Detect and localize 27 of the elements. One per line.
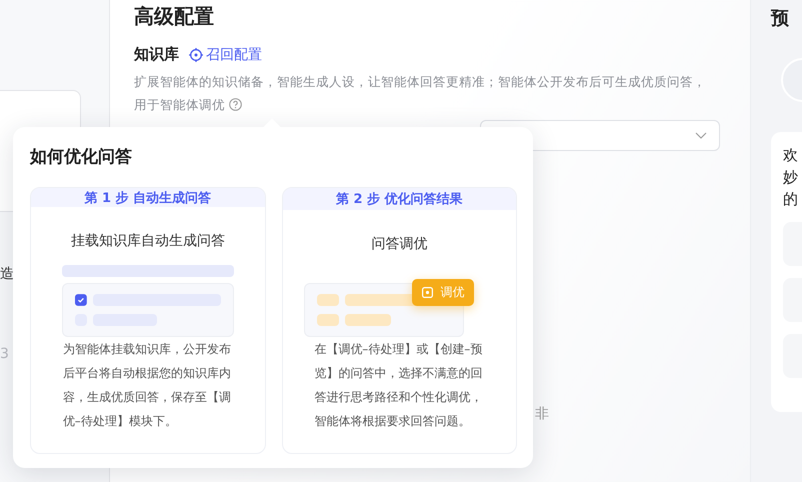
text-fragment: 3 — [0, 345, 9, 364]
text-fragment: 造 — [0, 265, 14, 284]
welcome-text: 欢 — [783, 145, 799, 166]
checkbox-icon — [74, 294, 87, 306]
chevron-down-icon — [695, 132, 707, 139]
step-header: 第 2 步 优化问答结果 — [282, 188, 516, 210]
page-title: 高级配置 — [134, 3, 215, 30]
placeholder-bar — [317, 314, 340, 326]
welcome-text: 的 — [783, 189, 799, 210]
plus-square-icon — [422, 287, 434, 298]
step-description: 为智能体挂载知识库，公开发布后平台将自动根据您的知识库内容，生成优质回答，保存至【调优–待处理】模块下。 — [62, 341, 232, 430]
step-title: 挂载知识库自动生成问答 — [70, 232, 225, 250]
step-description: 在【调优–待处理】或【创建–预览】的问答中，选择不满意的回答进行思考路径和个性化调优，智能体将根据要求回答问题。 — [314, 341, 484, 430]
preview-title: 预 — [771, 7, 790, 30]
step-header: 第 1 步 自动生成问答 — [31, 188, 264, 207]
recall-config-link[interactable]: 召回配置 — [189, 46, 262, 64]
target-icon — [189, 48, 203, 62]
text-fragment: 非 — [535, 405, 549, 423]
placeholder-bar — [345, 314, 392, 326]
welcome-text: 妙 — [783, 167, 799, 188]
placeholder-bar — [317, 294, 340, 306]
help-icon[interactable] — [228, 98, 242, 111]
section-description: 扩展智能体的知识储备，智能生成人设，让智能体回答更精准；智能体公开发布后可生成优质问答，用于智能体调优 — [134, 73, 707, 114]
section-title: 知识库 — [134, 45, 179, 64]
popover-title: 如何优化问答 — [30, 146, 133, 169]
step-title: 问答调优 — [371, 235, 428, 253]
tuning-badge: 调优 — [412, 279, 474, 306]
